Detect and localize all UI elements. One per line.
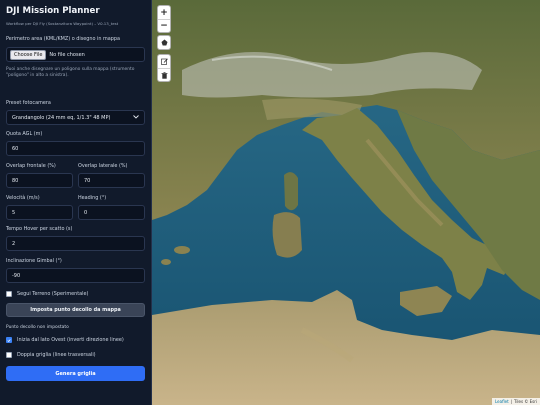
generate-grid-button[interactable]: Genera griglia	[6, 366, 145, 381]
gimbal-input[interactable]: -90	[6, 268, 145, 283]
attribution-separator: |	[510, 399, 512, 404]
overlap-front-input[interactable]: 80	[6, 173, 73, 188]
double-grid-checkbox[interactable]	[6, 352, 12, 358]
heading-label: Heading (°)	[78, 195, 107, 201]
camera-select[interactable]: Grandangolo (24 mm eq, 1/1.3" 48 MP)	[6, 110, 145, 125]
file-status: No file chosen	[49, 51, 85, 58]
app-title: DJI Mission Planner	[6, 6, 100, 16]
hover-label: Tempo Hover per scatto (s)	[6, 226, 73, 232]
app-subtitle: Workflow per DJI Fly (Sostanzitura Waypo…	[6, 21, 119, 26]
overlap-side-label: Overlap laterale (%)	[78, 163, 128, 169]
tiles-attribution: Tiles © Esri	[514, 399, 537, 404]
double-grid-label: Doppia griglia (linee trasversali)	[17, 352, 96, 358]
west-start-label: Inizia dal lato Ovest (inverti direzione…	[17, 337, 124, 343]
terrain-option[interactable]: Segui Terreno (Sperimentale)	[6, 291, 145, 297]
terrain-label: Segui Terreno (Sperimentale)	[17, 291, 89, 297]
takeoff-status: Punto decollo non impostato	[6, 325, 69, 330]
camera-label: Preset fotocamera	[6, 100, 51, 106]
double-grid-option[interactable]: Doppia griglia (linee trasversali)	[6, 352, 145, 358]
gimbal-label: Inclinazione Gimbal (°)	[6, 258, 62, 264]
overlap-front-label: Overlap frontale (%)	[6, 163, 56, 169]
leaflet-link[interactable]: Leaflet	[495, 399, 509, 404]
polygon-icon[interactable]	[158, 36, 170, 49]
camera-value: Grandangolo (24 mm eq, 1/1.3" 48 MP)	[12, 114, 111, 121]
altitude-label: Quota AGL (m)	[6, 131, 43, 137]
zoom-control: + −	[157, 5, 171, 33]
west-start-checkbox[interactable]	[6, 337, 12, 343]
hover-input[interactable]: 2	[6, 236, 145, 251]
draw-hint: Puoi anche disegnare un poligono sulla m…	[6, 67, 135, 78]
heading-input[interactable]: 0	[78, 205, 145, 220]
satellite-map[interactable]	[152, 0, 540, 405]
choose-file-button[interactable]: Choose File	[10, 49, 47, 60]
trash-icon[interactable]	[158, 68, 170, 81]
map-view[interactable]: + − Leaflet | Tiles © Esri	[152, 0, 540, 405]
area-label: Perimetro area (KML/KMZ) o disegno in ma…	[6, 36, 120, 42]
altitude-input[interactable]: 60	[6, 141, 145, 156]
file-input[interactable]: Choose File No file chosen	[6, 47, 145, 62]
map-attribution: Leaflet | Tiles © Esri	[492, 398, 540, 405]
west-start-option[interactable]: Inizia dal lato Ovest (inverti direzione…	[6, 337, 145, 343]
chevron-down-icon	[133, 114, 139, 121]
zoom-in-button[interactable]: +	[158, 6, 170, 19]
checkmark-icon	[7, 338, 11, 342]
edit-toolbar	[157, 54, 171, 82]
speed-input[interactable]: 5	[6, 205, 73, 220]
draw-toolbar	[157, 35, 171, 50]
sidebar: DJI Mission Planner Workflow per DJI Fly…	[0, 0, 152, 405]
set-takeoff-button[interactable]: Imposta punto decollo da mappa	[6, 303, 145, 317]
terrain-checkbox[interactable]	[6, 291, 12, 297]
speed-label: Velocità (m/s)	[6, 195, 40, 201]
zoom-out-button[interactable]: −	[158, 19, 170, 32]
edit-icon[interactable]	[158, 55, 170, 68]
overlap-side-input[interactable]: 70	[78, 173, 145, 188]
